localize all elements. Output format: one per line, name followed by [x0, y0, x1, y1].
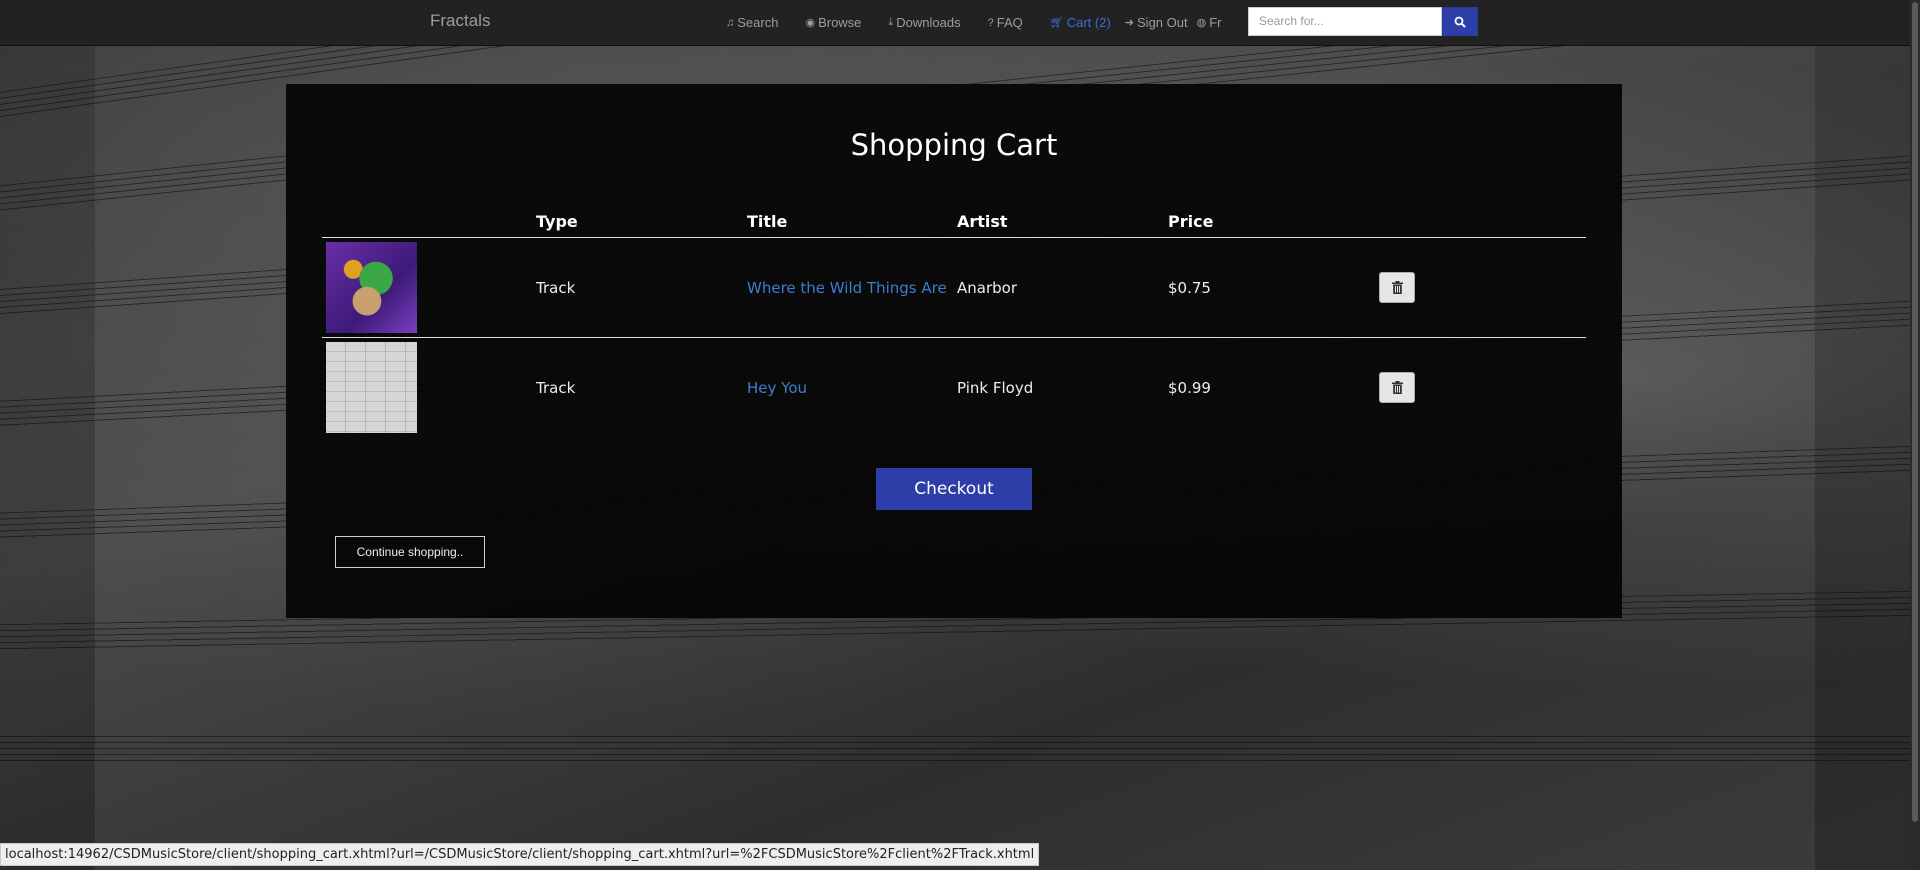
nav-browse-label: Browse: [818, 15, 862, 30]
globe-icon: ◍: [1196, 17, 1207, 29]
top-navbar: Fractals ♫ Search ◉ Browse ⤓ Downloads ?…: [0, 0, 1920, 46]
column-header-price: Price: [1168, 212, 1379, 238]
cart-table: Type Title Artist Price Track Where the …: [322, 212, 1586, 437]
shopping-cart-icon: 🛒︎: [1049, 17, 1064, 29]
search-button[interactable]: [1442, 7, 1478, 36]
item-title-link[interactable]: Where the Wild Things Are: [747, 279, 947, 297]
page-scrollbar[interactable]: [1910, 0, 1920, 870]
remove-item-button[interactable]: [1379, 372, 1415, 403]
cart-table-header: Type Title Artist Price: [322, 212, 1586, 238]
nav-browse-link[interactable]: ◉ Browse: [805, 15, 861, 30]
music-icon: ♫: [726, 16, 735, 29]
nav-faq-label: FAQ: [996, 15, 1023, 30]
item-title-link[interactable]: Hey You: [747, 379, 807, 397]
trash-icon: [1391, 281, 1403, 294]
eye-icon: ◉: [805, 17, 816, 29]
continue-shopping-button[interactable]: Continue shopping..: [335, 536, 485, 568]
search-icon: [1454, 16, 1466, 28]
nav-faq-link[interactable]: ? FAQ: [988, 15, 1023, 30]
item-artist: Anarbor: [957, 237, 1168, 338]
table-row: Track Where the Wild Things Are Anarbor …: [322, 237, 1586, 338]
item-type: Track: [536, 378, 576, 397]
album-art-image: [326, 342, 417, 433]
nav-language-label: Fr: [1209, 15, 1222, 30]
background-side-left: [0, 46, 95, 870]
table-row: Track Hey You Pink Floyd $0.99: [322, 338, 1586, 438]
page-title: Shopping Cart: [850, 128, 1058, 162]
trash-icon: [1391, 381, 1403, 394]
column-header-artist: Artist: [957, 212, 1168, 238]
nav-language-link[interactable]: ◍ Fr: [1197, 15, 1222, 30]
nav-downloads-label: Downloads: [896, 15, 961, 30]
nav-signout-label: Sign Out: [1137, 15, 1188, 30]
column-header-type: Type: [536, 212, 747, 238]
question-circle-icon: ?: [987, 16, 994, 29]
item-type: Track: [536, 237, 747, 338]
scrollbar-thumb[interactable]: [1912, 2, 1918, 822]
shopping-cart-panel: Shopping Cart Type Title Artist Price Tr…: [286, 84, 1622, 618]
nav-links: ♫ Search ◉ Browse ⤓ Downloads ? FAQ 🛒︎ C…: [726, 0, 1249, 45]
nav-search-link[interactable]: ♫ Search: [726, 15, 778, 30]
background-side-right: [1815, 46, 1920, 870]
item-price: $0.75: [1168, 237, 1379, 338]
remove-item-button[interactable]: [1379, 272, 1415, 303]
nav-cart-label: Cart (2): [1066, 15, 1111, 30]
sign-out-icon: ➜: [1124, 17, 1135, 29]
album-art-cell: [322, 338, 536, 438]
browser-status-bar: localhost:14962/CSDMusicStore/client/sho…: [0, 843, 1040, 866]
album-art-image: [326, 242, 417, 333]
column-header-title: Title: [747, 212, 957, 238]
column-header-actions: [1379, 212, 1586, 238]
checkout-button[interactable]: Checkout: [876, 468, 1032, 510]
nav-cart-link[interactable]: 🛒︎ Cart (2): [1050, 15, 1111, 30]
column-header-image: [322, 212, 536, 238]
item-artist: Pink Floyd: [957, 378, 1034, 397]
brand-link[interactable]: Fractals: [430, 11, 490, 31]
item-price: $0.99: [1168, 378, 1211, 397]
nav-signout-link[interactable]: ➜ Sign Out: [1125, 15, 1188, 30]
nav-search-label: Search: [737, 15, 779, 30]
nav-downloads-link[interactable]: ⤓ Downloads: [888, 15, 960, 30]
search-input[interactable]: Search for...: [1248, 7, 1442, 36]
download-icon: ⤓: [888, 16, 894, 28]
album-art-cell: [322, 237, 536, 338]
